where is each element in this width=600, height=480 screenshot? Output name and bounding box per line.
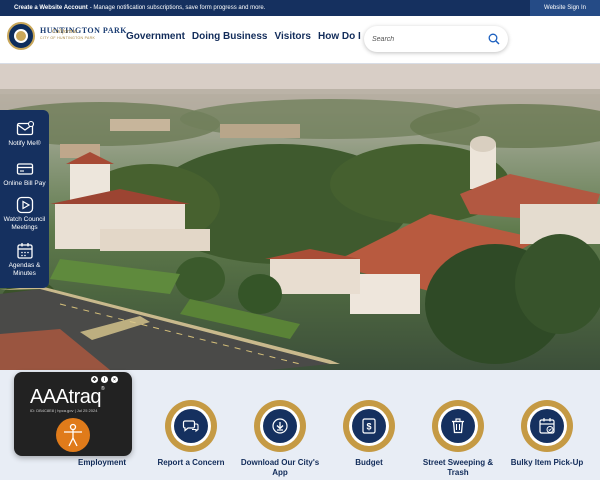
quicklink-label: Report a Concern [157,458,225,467]
website-sign-in-button[interactable]: Website Sign In [530,0,600,16]
calendar-check-icon [539,418,555,434]
badge-title-text: AAAtraq [30,386,101,408]
aaatraq-badge[interactable]: ✥ i × AAAtraq® ID: DB4C8E8 | hpca.gov | … [14,372,132,456]
sidebar-item-notify-me[interactable]: Notify Me® [0,120,49,148]
logo-sub-text: CITY OF HUNTINGTON PARK [40,36,96,40]
quicklink-report-a-concern[interactable]: Report a Concern [146,400,236,468]
accessibility-figure-icon [56,418,90,452]
calendar-icon [16,243,33,259]
hero-aerial-image [0,64,600,370]
badge-title: AAAtraq® [30,386,105,409]
search-box [364,26,508,52]
download-icon [272,418,288,434]
quicklink-download-app[interactable]: Download Our City's App [235,400,325,478]
sidebar-item-watch-council-meetings[interactable]: Watch Council Meetings [0,196,49,232]
nav-government[interactable]: Government [126,31,185,42]
logo-script-text: California [52,29,78,35]
sidebar-item-online-bill-pay[interactable]: Online Bill Pay [0,160,49,188]
dollar-icon: $ [362,418,376,434]
quicklink-label: Download Our City's App [240,458,320,477]
badge-trademark: ® [100,386,105,392]
quicklink-budget[interactable]: $ Budget [324,400,414,468]
sidebar-item-label: Watch Council Meetings [3,216,46,231]
badge-move-icon[interactable]: ✥ [91,376,98,383]
search-input[interactable] [372,35,482,43]
sidebar-item-label: Notify Me® [8,140,41,147]
top-notification-bar: Create a Website Account - Manage notifi… [0,0,600,16]
main-nav: Government Doing Business Visitors How D… [126,31,368,42]
badge-close-icon[interactable]: × [111,376,118,383]
quicklink-label: Employment [77,458,126,467]
left-quick-access-sidebar: Notify Me® Online Bill Pay Watch Council… [0,110,49,288]
badge-controls: ✥ i × [91,376,118,383]
quicklink-street-sweeping-trash[interactable]: Street Sweeping & Trash [413,400,503,478]
site-header: HUNTINGTON PARK CITY OF HUNTINGTON PARK … [0,16,600,64]
bill-icon [16,163,33,175]
quicklink-label: Budget [355,458,383,467]
sidebar-item-agendas-minutes[interactable]: Agendas & Minutes [0,242,49,278]
play-icon [16,196,33,214]
aerial-city-illustration [0,64,600,370]
badge-meta: ID: DB4C8E8 | hpca.gov | Jul 25 2024 [30,408,98,413]
create-account-description: - Manage notification subscriptions, sav… [89,5,266,11]
chat-icon [182,420,199,433]
trash-icon [452,418,464,434]
search-icon[interactable] [488,33,500,45]
create-account-link[interactable]: Create a Website Account [14,5,88,11]
quicklink-label: Bulky Item Pick-Up [510,458,584,467]
badge-info-icon[interactable]: i [101,376,108,383]
nav-doing-business[interactable]: Doing Business [192,31,268,42]
svg-text:$: $ [366,422,371,432]
sidebar-item-label: Agendas & Minutes [8,262,41,277]
quicklink-bulky-item-pickup[interactable]: Bulky Item Pick-Up [502,400,592,468]
sidebar-item-label: Online Bill Pay [3,180,46,187]
city-seal-logo[interactable] [7,22,35,50]
notify-icon [16,120,34,136]
nav-how-do-i[interactable]: How Do I [318,31,361,42]
quicklink-label: Street Sweeping & Trash [422,458,494,477]
nav-visitors[interactable]: Visitors [274,31,311,42]
